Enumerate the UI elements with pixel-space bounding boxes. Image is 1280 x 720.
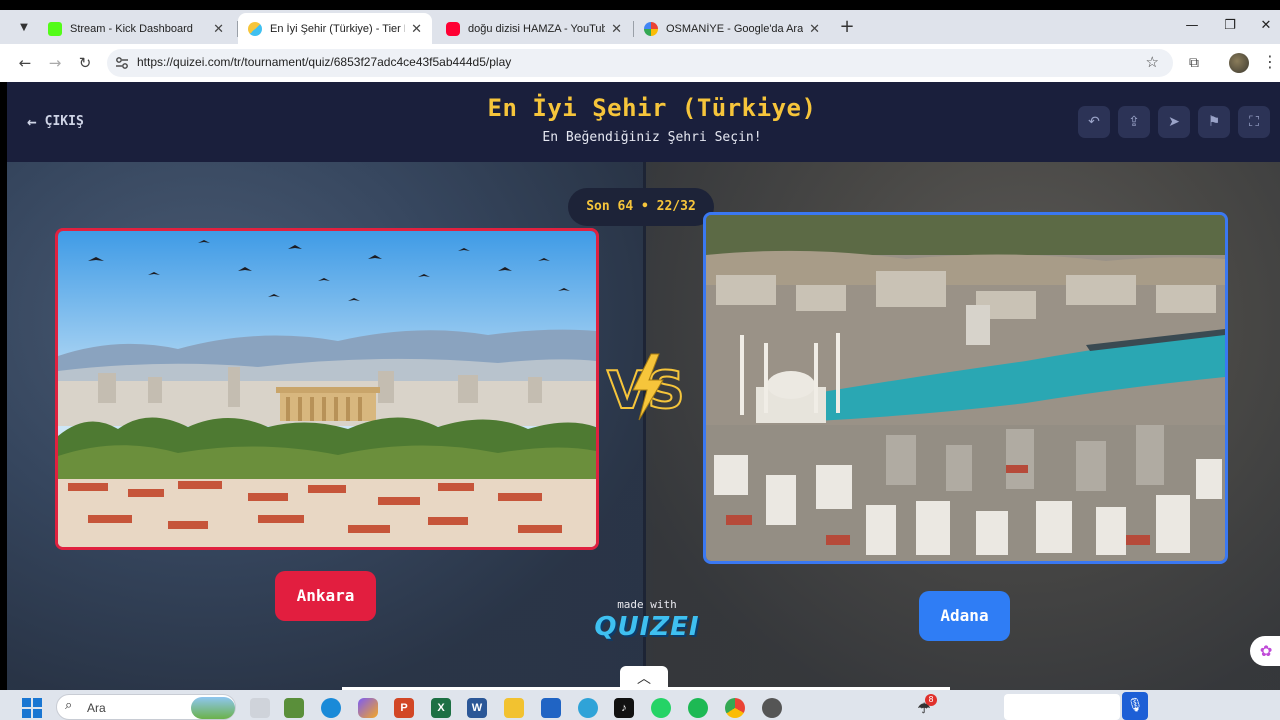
send-icon[interactable]: ➤ bbox=[1158, 106, 1190, 138]
new-tab-button[interactable]: + bbox=[836, 16, 858, 38]
explorer-icon[interactable] bbox=[504, 698, 524, 718]
undo-icon[interactable]: ↶ bbox=[1078, 106, 1110, 138]
system-tray[interactable] bbox=[1004, 694, 1120, 720]
whatsapp-icon[interactable] bbox=[651, 698, 671, 718]
left-choice-card[interactable] bbox=[55, 228, 599, 550]
tab-close-icon[interactable]: ✕ bbox=[809, 21, 820, 37]
calculator-icon[interactable] bbox=[541, 698, 561, 718]
brain-widget-icon[interactable]: ✿ bbox=[1250, 636, 1280, 666]
tab-youtube[interactable]: doğu dizisi HAMZA - YouTube ✕ bbox=[436, 13, 632, 44]
kick-favicon-icon bbox=[48, 21, 62, 36]
minecraft-icon[interactable] bbox=[284, 698, 304, 718]
versus-lightning-icon: VS bbox=[606, 353, 686, 422]
ankara-choice-button[interactable]: Ankara bbox=[275, 571, 376, 621]
globe-icon[interactable] bbox=[578, 698, 598, 718]
tab-title: doğu dizisi HAMZA - YouTube bbox=[468, 22, 606, 35]
tiktok-icon[interactable]: ♪ bbox=[614, 698, 634, 718]
quizei-favicon-icon bbox=[248, 21, 262, 36]
excel-icon[interactable]: X bbox=[431, 698, 451, 718]
forward-arrow-icon[interactable]: → bbox=[44, 52, 66, 74]
back-arrow-icon[interactable]: ← bbox=[14, 52, 36, 74]
edge-icon[interactable] bbox=[321, 698, 341, 718]
file-icon[interactable] bbox=[250, 698, 270, 718]
right-choice-card[interactable] bbox=[703, 212, 1228, 564]
powerpoint-icon[interactable]: P bbox=[394, 698, 414, 718]
windows-start-icon[interactable] bbox=[22, 698, 42, 718]
profile-avatar[interactable] bbox=[1229, 53, 1249, 73]
tab-title: Stream - Kick Dashboard bbox=[70, 22, 193, 35]
quizei-logo[interactable]: QUIZEI bbox=[582, 612, 712, 642]
browser-toolbar: ← → ↻ https://quizei.com/tr/tournament/q… bbox=[0, 44, 1280, 82]
screen: ▼ Stream - Kick Dashboard ✕ En İyi Şehir… bbox=[0, 0, 1280, 720]
minimize-button[interactable]: — bbox=[1172, 14, 1212, 38]
spotify-icon[interactable] bbox=[688, 698, 708, 718]
bookmark-star-icon[interactable]: ☆ bbox=[1146, 53, 1159, 71]
ankara-city-image bbox=[58, 231, 596, 547]
extensions-puzzle-icon[interactable]: ⧉ bbox=[1184, 53, 1204, 73]
share-icon[interactable]: ⇪ bbox=[1118, 106, 1150, 138]
camera-icon[interactable] bbox=[762, 698, 782, 718]
tab-close-icon[interactable]: ✕ bbox=[213, 21, 224, 37]
url-text[interactable]: https://quizei.com/tr/tournament/quiz/68… bbox=[137, 55, 511, 69]
google-favicon-icon bbox=[644, 21, 658, 36]
tab-title: En İyi Şehir (Türkiye) - Tier List, bbox=[270, 22, 405, 35]
weather-count-badge: 8 bbox=[925, 694, 937, 706]
made-with-label: made with bbox=[617, 598, 677, 611]
round-indicator: Son 64 • 22/32 bbox=[568, 188, 714, 226]
flag-icon[interactable]: ⚑ bbox=[1198, 106, 1230, 138]
word-icon[interactable]: W bbox=[467, 698, 487, 718]
search-label: Ara bbox=[87, 701, 106, 715]
chrome-icon[interactable] bbox=[725, 698, 745, 718]
copilot-icon[interactable] bbox=[358, 698, 378, 718]
tab-kick-dashboard[interactable]: Stream - Kick Dashboard ✕ bbox=[38, 13, 234, 44]
browser-menu-icon[interactable]: ⋮ bbox=[1262, 52, 1278, 71]
tab-close-icon[interactable]: ✕ bbox=[611, 21, 622, 37]
search-icon: ⌕ bbox=[65, 698, 73, 713]
close-window-button[interactable]: ✕ bbox=[1246, 14, 1280, 38]
tab-google-search[interactable]: OSMANİYE - Google'da Ara ✕ bbox=[634, 13, 830, 44]
quiz-page: ← ÇIKIŞ En İyi Şehir (Türkiye) En Beğend… bbox=[7, 82, 1280, 690]
reload-icon[interactable]: ↻ bbox=[74, 52, 96, 74]
fullscreen-icon[interactable]: ⛶ bbox=[1238, 106, 1270, 138]
site-settings-icon[interactable] bbox=[115, 56, 129, 70]
taskbar-search-box[interactable]: ⌕ Ara bbox=[56, 694, 236, 720]
search-highlight-image bbox=[191, 697, 235, 719]
microphone-icon[interactable]: 🎙 bbox=[1122, 692, 1148, 720]
browser-tab-strip: ▼ Stream - Kick Dashboard ✕ En İyi Şehir… bbox=[0, 10, 1280, 44]
windows-taskbar: ⌕ Ara P X W ♪ ☂ 8 🎙 bbox=[0, 690, 1280, 720]
tab-close-icon[interactable]: ✕ bbox=[411, 21, 422, 37]
adana-city-image bbox=[706, 215, 1225, 561]
address-bar[interactable]: https://quizei.com/tr/tournament/quiz/68… bbox=[107, 49, 1173, 77]
restore-button[interactable]: ❐ bbox=[1210, 14, 1250, 38]
tab-list-chevron-icon[interactable]: ▼ bbox=[10, 16, 38, 38]
tab-title: OSMANİYE - Google'da Ara bbox=[666, 22, 804, 35]
youtube-favicon-icon bbox=[446, 21, 460, 36]
adana-choice-button[interactable]: Adana bbox=[919, 591, 1010, 641]
quiz-header: ← ÇIKIŞ En İyi Şehir (Türkiye) En Beğend… bbox=[7, 82, 1280, 162]
tab-quizei-active[interactable]: En İyi Şehir (Türkiye) - Tier List, ✕ bbox=[238, 13, 432, 44]
